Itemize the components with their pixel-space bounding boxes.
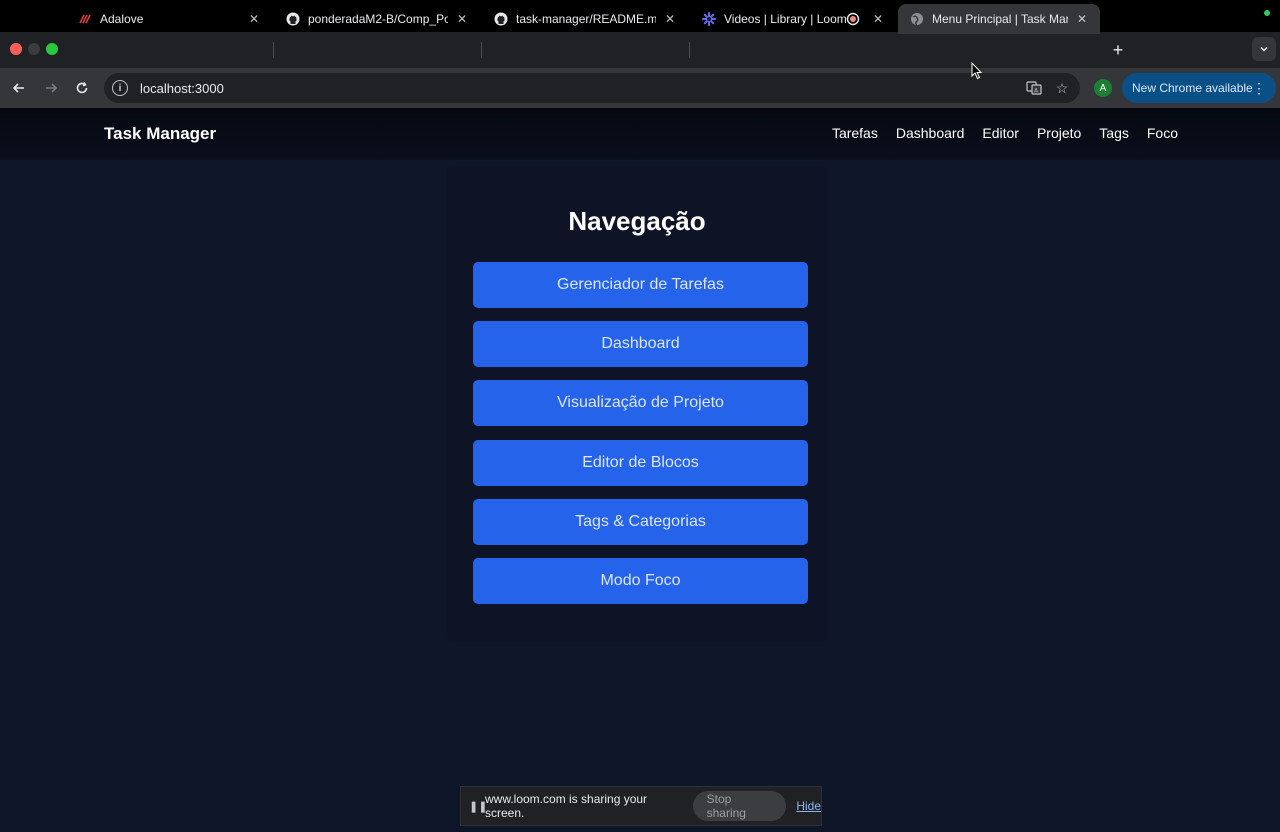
tab-loom-library[interactable]: Videos | Library | Loom ✕: [690, 4, 896, 34]
tab-task-manager-readme[interactable]: task-manager/README.md a ✕: [482, 4, 688, 34]
chevron-down-icon: [1260, 46, 1268, 52]
chrome-update-button[interactable]: New Chrome available ⋮: [1122, 73, 1276, 103]
github-icon: [494, 12, 508, 26]
profile-avatar[interactable]: A: [1094, 79, 1112, 97]
screen-share-bar: ❚❚ www.loom.com is sharing your screen. …: [460, 786, 822, 826]
nav-foco[interactable]: Foco: [1147, 125, 1178, 141]
task-manager-button[interactable]: Gerenciador de Tarefas: [473, 262, 808, 308]
github-icon: [286, 12, 300, 26]
navigation-card: Navegação Gerenciador de Tarefas Dashboa…: [446, 166, 828, 642]
back-button[interactable]: [8, 77, 30, 99]
update-label: New Chrome available: [1132, 81, 1253, 95]
top-nav: Tarefas Dashboard Editor Projeto Tags Fo…: [832, 125, 1178, 141]
arrow-right-icon: [46, 83, 58, 93]
page-title: Navegação: [568, 206, 706, 236]
block-editor-button[interactable]: Editor de Blocos: [473, 440, 808, 486]
tab-separator: [481, 42, 482, 58]
tab-title: Menu Principal | Task Manage: [932, 12, 1068, 26]
close-window-button[interactable]: [10, 43, 22, 55]
tab-title: ponderadaM2-B/Comp_Pond: [308, 12, 448, 26]
nav-dashboard[interactable]: Dashboard: [896, 125, 965, 141]
tab-bar: [0, 32, 1280, 68]
close-icon[interactable]: ✕: [454, 11, 470, 27]
close-icon[interactable]: ✕: [1074, 11, 1090, 27]
tab-title: task-manager/README.md a: [516, 12, 656, 26]
adalove-icon: [78, 12, 92, 26]
recording-indicator: [1264, 10, 1270, 16]
tab-adalove[interactable]: Adalove ✕: [66, 4, 272, 34]
minimize-window-button[interactable]: [28, 43, 40, 55]
address-bar[interactable]: i localhost:3000 A ☆: [104, 73, 1080, 103]
app-header: Task Manager Tarefas Dashboard Editor Pr…: [0, 108, 1280, 160]
translate-icon[interactable]: A: [1024, 78, 1044, 98]
zoom-window-button[interactable]: [46, 43, 58, 55]
mouse-cursor-icon: [971, 62, 983, 80]
nav-projeto[interactable]: Projeto: [1037, 125, 1081, 141]
focus-mode-button[interactable]: Modo Foco: [473, 558, 808, 604]
globe-icon: [910, 12, 924, 26]
tab-search-button[interactable]: [1252, 37, 1276, 61]
web-page: Task Manager Tarefas Dashboard Editor Pr…: [0, 108, 1280, 832]
hide-link[interactable]: Hide: [796, 799, 821, 813]
nav-editor[interactable]: Editor: [982, 125, 1019, 141]
forward-button[interactable]: [40, 77, 62, 99]
tab-title: Videos | Library | Loom: [724, 12, 846, 26]
tags-categories-button[interactable]: Tags & Categorias: [473, 499, 808, 545]
new-tab-button[interactable]: +: [1108, 40, 1128, 60]
tab-separator: [689, 42, 690, 58]
reload-button[interactable]: [71, 77, 93, 99]
dashboard-button[interactable]: Dashboard: [473, 321, 808, 367]
loom-icon: [702, 12, 716, 26]
arrow-left-icon: [12, 83, 24, 93]
url-text[interactable]: localhost:3000: [140, 81, 1024, 96]
stop-sharing-button[interactable]: Stop sharing: [692, 791, 787, 821]
brand-logo[interactable]: Task Manager: [104, 124, 216, 144]
pause-icon: ❚❚: [469, 800, 488, 813]
site-info-icon[interactable]: i: [112, 80, 128, 96]
more-vert-icon[interactable]: ⋮: [1252, 80, 1266, 97]
tab-title: Adalove: [100, 12, 144, 26]
tab-separator: [273, 42, 274, 58]
close-icon[interactable]: ✕: [870, 11, 886, 27]
tab-menu-principal[interactable]: Menu Principal | Task Manage ✕: [898, 4, 1100, 34]
nav-tags[interactable]: Tags: [1099, 125, 1129, 141]
tab-ponderada[interactable]: ponderadaM2-B/Comp_Pond ✕: [274, 4, 480, 34]
nav-tarefas[interactable]: Tarefas: [832, 125, 878, 141]
close-icon[interactable]: ✕: [246, 11, 262, 27]
browser-toolbar: i localhost:3000 A ☆ A New Chrome availa…: [0, 68, 1280, 108]
share-message: www.loom.com is sharing your screen.: [485, 792, 648, 820]
close-icon[interactable]: ✕: [662, 11, 678, 27]
bookmark-star-icon[interactable]: ☆: [1052, 78, 1072, 98]
recording-icon: [846, 12, 860, 26]
reload-icon: [76, 82, 88, 94]
project-view-button[interactable]: Visualização de Projeto: [473, 380, 808, 426]
